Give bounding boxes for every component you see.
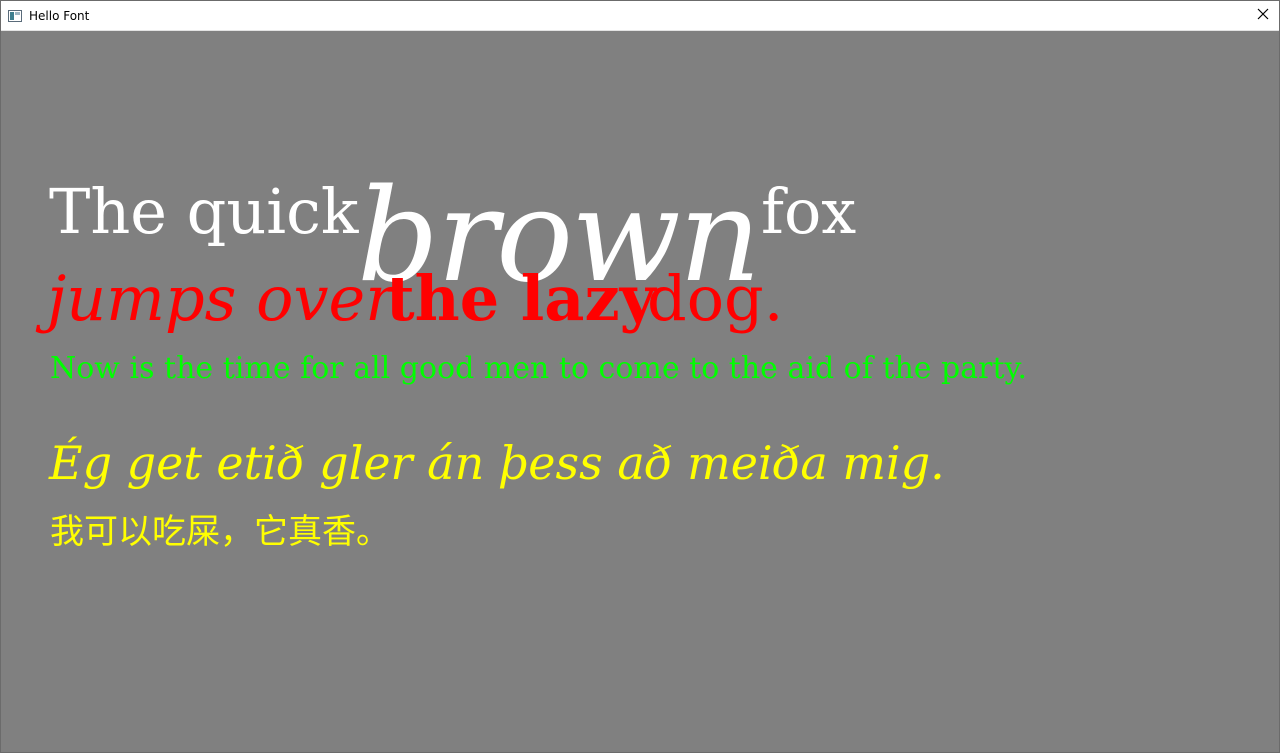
text-now-is-the-time: Now is the time for all good men to come…	[50, 351, 1028, 386]
title-bar[interactable]: Hello Font	[1, 1, 1279, 31]
window-title: Hello Font	[29, 9, 90, 23]
close-icon	[1257, 7, 1269, 25]
text-the-lazy: the lazy	[386, 262, 656, 335]
close-button[interactable]	[1247, 1, 1279, 30]
text-chinese: 我可以吃屎，它真香。	[50, 512, 390, 552]
font-canvas: The quick brown fox jumps over the lazy …	[1, 31, 1279, 752]
window-app-icon	[8, 9, 22, 22]
text-jumps-over: jumps over	[47, 262, 395, 335]
text-dog: dog.	[647, 262, 784, 335]
text-fox: fox	[761, 175, 857, 248]
text-icelandic: Ég get etið gler án þess að meiða mig.	[49, 436, 945, 490]
text-the-quick: The quick	[49, 175, 359, 248]
app-window: Hello Font The quick brown fox jumps ove…	[0, 0, 1280, 753]
